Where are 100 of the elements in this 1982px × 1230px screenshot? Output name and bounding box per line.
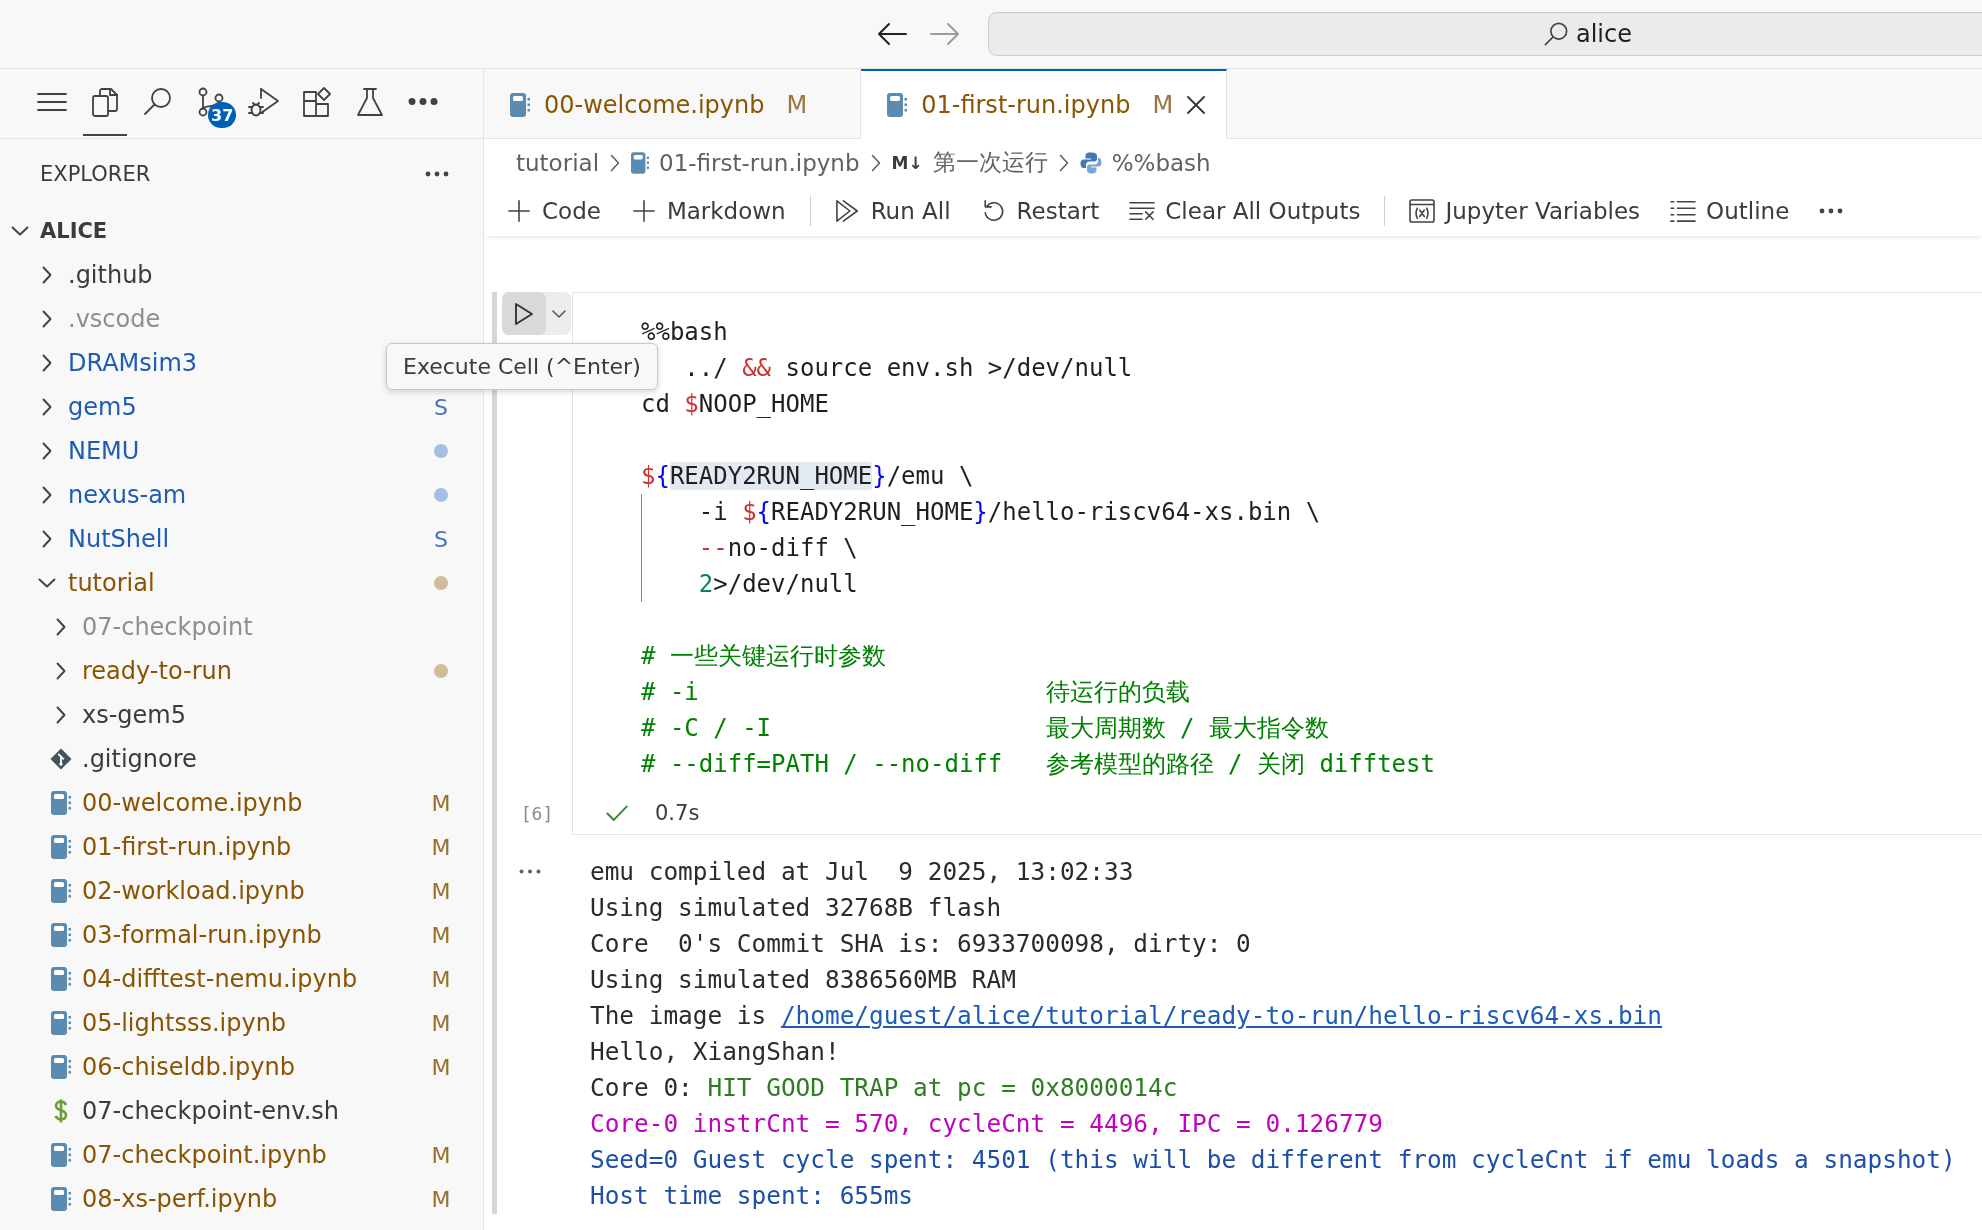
toolbar-button[interactable]: Outline (1670, 198, 1790, 224)
output-line: Core-0 instrCnt = 570, cycleCnt = 4496, IPC = 0.126779 (590, 1109, 1383, 1138)
output-line: emu compiled at Jul 9 2025, 13:02:33 (590, 857, 1134, 886)
plus-icon (630, 199, 657, 223)
file-name[interactable]: 06-chiseldb.ipynb (82, 1053, 295, 1081)
notebook-icon (51, 1143, 71, 1167)
notebook-icon (51, 923, 71, 947)
toolbar-button[interactable]: Restart (980, 198, 1100, 224)
back-arrow-icon[interactable] (877, 22, 907, 46)
folder-name[interactable]: DRAMsim3 (68, 349, 198, 377)
folder-name[interactable]: tutorial (68, 569, 155, 597)
code-line: %%bash (641, 318, 728, 346)
chevron-right-icon[interactable] (42, 442, 52, 460)
file-name[interactable]: 08-xs-perf.ipynb (82, 1185, 278, 1213)
chevron-right-icon[interactable] (56, 618, 66, 636)
chevron-down-icon (551, 309, 566, 318)
breadcrumb-item[interactable]: tutorial (516, 149, 599, 176)
code-line: ../ && source env.sh >/dev/null (683, 354, 1133, 382)
output-line: Using simulated 8386560MB RAM (590, 965, 1016, 994)
toolbar-button[interactable]: Run All (834, 198, 951, 224)
plus-icon (506, 199, 532, 223)
file-name[interactable]: 05-lightsss.ipynb (82, 1009, 287, 1037)
extensions-icon (301, 85, 333, 118)
dollar-icon (54, 1099, 68, 1123)
code-line: --no-diff \ (698, 534, 858, 562)
chevron-right-icon[interactable] (42, 310, 52, 328)
notebook-icon (510, 93, 530, 117)
code-line: # 一些关键运行时参数 (641, 642, 886, 670)
breadcrumb-item[interactable]: 01-first-run.ipynb (631, 149, 860, 176)
toolbar-button[interactable]: Code (506, 198, 601, 224)
python-icon (1079, 151, 1102, 174)
code-line: 2>/dev/null (698, 570, 858, 598)
file-name[interactable]: 04-difftest-nemu.ipynb (82, 965, 358, 993)
toolbar-button[interactable]: Markdown (630, 198, 786, 224)
markdown-icon: M↓ (891, 152, 923, 173)
folder-name[interactable]: .github (68, 261, 153, 289)
file-link[interactable]: /home/guest/alice/tutorial/ready-to-run/hello-riscv64-xs.bin (780, 1001, 1662, 1030)
chevron-right-icon[interactable] (56, 662, 66, 680)
chevron-right-icon[interactable] (42, 398, 52, 416)
search-field[interactable]: alice (988, 12, 1982, 56)
chevron-right-icon[interactable] (42, 530, 52, 548)
execution-count: [6] (520, 803, 554, 824)
more-icon[interactable] (425, 171, 449, 177)
breadcrumb-item[interactable]: M↓ 第一次运行 (891, 147, 1048, 178)
files-icon (89, 85, 121, 118)
notebook-icon (51, 791, 71, 815)
chevron-right-icon (610, 153, 620, 172)
chevron-right-icon[interactable] (42, 266, 52, 284)
file-name[interactable]: 03-formal-run.ipynb (82, 921, 322, 949)
close-icon[interactable] (1187, 96, 1206, 114)
breadcrumb-item[interactable]: %%bash (1079, 149, 1211, 176)
file-name[interactable]: 07-checkpoint.ipynb (82, 1141, 327, 1169)
chevron-down-icon[interactable] (38, 578, 56, 588)
output-line: Hello, XiangShan! (590, 1037, 840, 1066)
folder-name[interactable]: NutShell (68, 525, 170, 553)
folder-name[interactable]: gem5 (68, 393, 137, 421)
file-name[interactable]: 01-first-run.ipynb (82, 833, 292, 861)
file-name[interactable]: .gitignore (82, 745, 197, 773)
output-line: Using simulated 32768B flash (590, 893, 1002, 922)
menu-icon (36, 91, 68, 112)
outline-icon (1670, 199, 1697, 223)
folder-name[interactable]: xs-gem5 (82, 701, 186, 729)
file-name[interactable]: 07-checkpoint-env.sh (82, 1097, 339, 1125)
clear-outputs-icon (1129, 199, 1156, 223)
editor-tab[interactable]: 01-first-run.ipynb M (861, 69, 1228, 139)
chevron-right-icon (870, 153, 881, 172)
file-name[interactable]: 02-workload.ipynb (82, 877, 305, 905)
chevron-right-icon[interactable] (42, 486, 52, 504)
code-line: # --diff=PATH / --no-diff 参考模型的路径 / 关闭 difftest (641, 750, 1435, 778)
folder-name[interactable]: NEMU (68, 437, 140, 465)
run-cell-button[interactable] (502, 292, 546, 335)
toolbar-button[interactable]: Clear All Outputs (1129, 198, 1361, 224)
code-line: cd $NOOP_HOME (641, 390, 829, 418)
section-title[interactable]: ALICE (40, 219, 108, 243)
file-name[interactable]: 00-welcome.ipynb (82, 789, 303, 817)
output-line: Host time spent: 655ms (590, 1181, 914, 1210)
more-icon[interactable] (1819, 208, 1844, 214)
notebook-icon (51, 967, 71, 991)
notebook-icon (51, 1011, 71, 1035)
notebook-icon (887, 93, 908, 117)
code-line: ${READY2RUN_HOME}/emu \ (641, 462, 974, 490)
folder-name[interactable]: ready-to-run (82, 657, 232, 685)
chevron-down-icon[interactable] (11, 226, 29, 236)
folder-name[interactable]: nexus-am (68, 481, 187, 509)
git-status: M (431, 922, 451, 948)
output-line: Core 0: HIT GOOD TRAP at pc = 0x8000014c (590, 1073, 1178, 1102)
more-icon (407, 98, 439, 105)
git-status: M (431, 1054, 451, 1080)
git-status: M (431, 1142, 451, 1168)
tooltip: Execute Cell (^Enter) (386, 343, 658, 390)
toolbar-button[interactable]: Jupyter Variables (1409, 198, 1641, 224)
notification-count: 37 (208, 102, 237, 128)
git-status: M (431, 1010, 451, 1036)
chevron-right-icon[interactable] (56, 706, 66, 724)
more-icon[interactable] (519, 869, 541, 874)
chevron-right-icon (1058, 153, 1069, 172)
output-line: Core 0's Commit SHA is: 6933700098, dirty: 0 (590, 929, 1251, 958)
chevron-right-icon[interactable] (42, 354, 52, 372)
git-status: M (431, 790, 451, 816)
notebook-icon (51, 835, 71, 859)
